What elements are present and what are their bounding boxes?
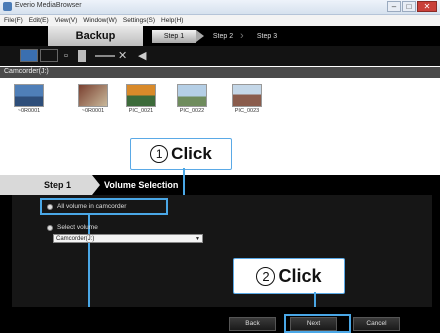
window-title: Everio MediaBrowser	[15, 2, 82, 9]
callout-1: 1 Click	[130, 138, 232, 170]
header: Backup Step 1 Step 2 › Step 3	[0, 26, 440, 46]
app-icon	[3, 2, 12, 11]
thumbnail-caption: ~0R0001	[81, 108, 105, 114]
chevron-right-icon: ›	[240, 30, 244, 42]
thumbnail[interactable]	[232, 84, 262, 107]
thumbnail[interactable]	[14, 84, 44, 107]
callout-1-text: Click	[171, 144, 212, 163]
view-toolbar: ▫ ✕ ◀	[0, 46, 440, 66]
cancel-button[interactable]: Cancel	[353, 317, 400, 331]
thumbnail-caption: PIC_0021	[128, 108, 154, 114]
step-label: Step 1	[44, 180, 72, 190]
menu-bar: File(F) Edit(E) View(V) Window(W) Settin…	[0, 15, 440, 26]
highlight-box-1	[40, 198, 168, 215]
large-thumb-icon: ✕	[118, 50, 128, 62]
menu-help[interactable]: Help(H)	[161, 15, 183, 26]
step-2-indicator: Step 2	[212, 33, 234, 40]
title-bar: Everio MediaBrowser – □ ✕	[0, 0, 440, 15]
back-button[interactable]: Back	[229, 317, 276, 331]
small-thumb-icon: ▫	[64, 50, 68, 62]
thumbnail[interactable]	[78, 84, 108, 107]
callout-2-text: Click	[278, 265, 322, 286]
volume-select-value: Camcorder(J:)	[56, 236, 95, 242]
volume-select[interactable]: Camcorder(J:) ▼	[53, 234, 203, 243]
chevron-down-icon: ▼	[195, 236, 200, 242]
menu-window[interactable]: Window(W)	[83, 15, 117, 26]
thumbnail-caption: PIC_0022	[179, 108, 205, 114]
step-chevron	[196, 30, 204, 42]
volume-selection-title: Volume Selection	[104, 180, 179, 190]
zoom-track[interactable]	[95, 55, 115, 57]
thumbnail[interactable]	[126, 84, 156, 107]
select-volume-label: Select volume	[57, 224, 98, 231]
thumbnail-area: ~0R0001 ~0R0001 PIC_0021 PIC_0022 PIC_00…	[0, 78, 440, 175]
page-title: Backup	[48, 26, 143, 46]
thumbnail-caption: ~0R0001	[17, 108, 41, 114]
audio-icon[interactable]: ◀	[138, 49, 146, 63]
menu-view[interactable]: View(V)	[55, 15, 78, 26]
step-arrow	[92, 175, 100, 195]
step-1-indicator: Step 1	[152, 30, 196, 43]
list-view-icon[interactable]	[40, 49, 58, 62]
callout-2: 2 Click	[233, 258, 345, 294]
zoom-slider[interactable]	[78, 50, 86, 62]
step-bar: Step 1 Volume Selection	[0, 175, 440, 195]
minimize-button[interactable]: –	[387, 1, 401, 12]
step-3-indicator: Step 3	[256, 33, 278, 40]
thumbnail[interactable]	[177, 84, 207, 107]
menu-edit[interactable]: Edit(E)	[29, 15, 49, 26]
grid-view-icon[interactable]	[20, 49, 38, 62]
highlight-box-2	[284, 314, 351, 333]
callout-1-number: 1	[150, 145, 169, 163]
menu-settings[interactable]: Settings(S)	[123, 15, 155, 26]
source-label: Camcorder(J:)	[4, 68, 49, 75]
callout-2-number: 2	[256, 266, 276, 286]
maximize-button[interactable]: □	[402, 1, 416, 12]
select-volume-radio[interactable]	[47, 225, 53, 231]
window-controls: – □ ✕	[387, 1, 437, 12]
thumbnail-caption: PIC_0023	[234, 108, 260, 114]
source-bar: Camcorder(J:)	[0, 67, 440, 78]
close-button[interactable]: ✕	[417, 1, 437, 12]
menu-file[interactable]: File(F)	[4, 15, 23, 26]
